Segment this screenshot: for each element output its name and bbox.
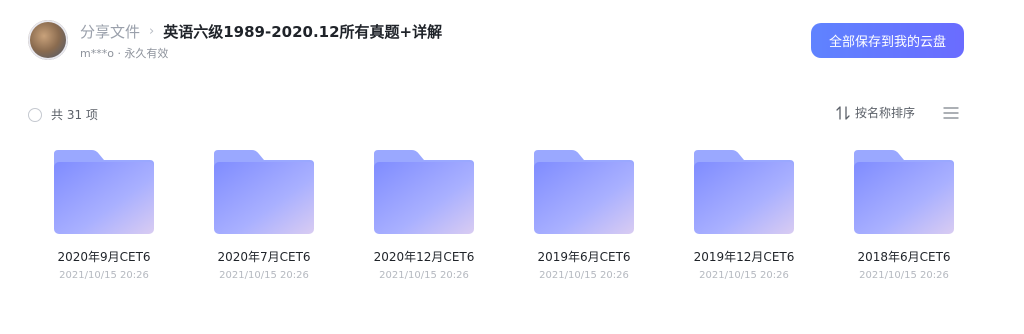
folder-icon bbox=[534, 150, 634, 234]
save-all-button[interactable]: 全部保存到我的云盘 bbox=[811, 23, 964, 58]
sort-by-name-button[interactable]: 按名称排序 bbox=[835, 104, 915, 121]
folder-icon bbox=[54, 150, 154, 234]
folder-item[interactable]: 2020年12月CET6 2021/10/15 20:26 bbox=[354, 148, 494, 288]
share-meta: m***o · 永久有效 bbox=[80, 47, 169, 60]
sort-icon bbox=[836, 105, 850, 120]
folder-item[interactable]: 2019年12月CET6 2021/10/15 20:26 bbox=[674, 148, 814, 288]
folder-name: 2020年12月CET6 bbox=[373, 250, 475, 264]
page-title: 英语六级1989-2020.12所有真题+详解 bbox=[163, 22, 443, 41]
breadcrumb-root-link[interactable]: 分享文件 bbox=[80, 21, 140, 42]
breadcrumb: 分享文件 › 英语六级1989-2020.12所有真题+详解 bbox=[80, 20, 442, 42]
folder-item[interactable]: 2020年7月CET6 2021/10/15 20:26 bbox=[194, 148, 334, 288]
folder-name: 2020年7月CET6 bbox=[217, 250, 311, 264]
folder-timestamp: 2021/10/15 20:26 bbox=[59, 270, 149, 281]
folder-item[interactable]: 2020年9月CET6 2021/10/15 20:26 bbox=[34, 148, 174, 288]
item-count: 共 31 项 bbox=[51, 108, 98, 122]
file-grid: 2020年9月CET6 2021/10/15 20:26 2020年7月CET6 20… bbox=[0, 148, 1024, 298]
folder-name: 2019年6月CET6 bbox=[537, 250, 631, 264]
folder-icon bbox=[694, 150, 794, 234]
folder-icon bbox=[214, 150, 314, 234]
select-all-checkbox[interactable] bbox=[28, 107, 42, 122]
folder-name: 2018年6月CET6 bbox=[857, 250, 951, 264]
list-view-icon[interactable] bbox=[943, 106, 959, 120]
folder-name: 2020年9月CET6 bbox=[57, 250, 151, 264]
avatar[interactable] bbox=[28, 20, 68, 60]
sort-label: 按名称排序 bbox=[855, 106, 916, 120]
folder-item[interactable]: 2019年6月CET6 2021/10/15 20:26 bbox=[514, 148, 654, 288]
folder-icon bbox=[374, 150, 474, 234]
folder-timestamp: 2021/10/15 20:26 bbox=[859, 270, 949, 281]
folder-timestamp: 2021/10/15 20:26 bbox=[699, 270, 789, 281]
folder-timestamp: 2021/10/15 20:26 bbox=[539, 270, 629, 281]
folder-timestamp: 2021/10/15 20:26 bbox=[379, 270, 469, 281]
folder-name: 2019年12月CET6 bbox=[693, 250, 795, 264]
select-all[interactable]: 共 31 项 bbox=[28, 106, 98, 123]
folder-icon bbox=[854, 150, 954, 234]
breadcrumb-separator-icon: › bbox=[149, 23, 155, 39]
folder-item[interactable]: 2018年6月CET6 2021/10/15 20:26 bbox=[834, 148, 974, 288]
folder-timestamp: 2021/10/15 20:26 bbox=[219, 270, 309, 281]
